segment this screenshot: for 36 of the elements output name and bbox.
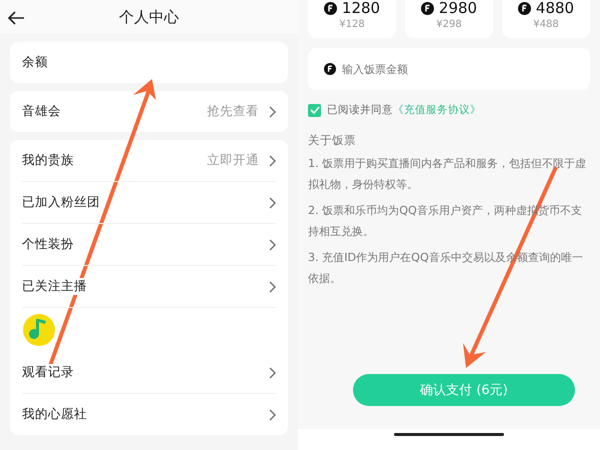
- music-note-logo-icon: [22, 313, 56, 347]
- amount-input-field[interactable]: 输入饭票金额: [308, 48, 590, 90]
- price-label: ¥298: [436, 19, 462, 30]
- coin-icon: [324, 2, 337, 15]
- checkbox[interactable]: [308, 104, 321, 116]
- price-label: ¥128: [339, 19, 365, 30]
- coin-icon: [324, 63, 336, 75]
- menu-item[interactable]: 我的心愿社: [22, 394, 276, 435]
- menu-item[interactable]: 已关注主播: [22, 266, 276, 308]
- menu-item[interactable]: 我的贵族 立即开通: [22, 140, 276, 182]
- chevron-right-icon: [269, 154, 276, 166]
- menu-item[interactable]: 个性装扮: [22, 224, 276, 266]
- price-label: ¥488: [533, 19, 559, 30]
- coin-amount: 1280: [342, 0, 380, 17]
- coin-amount: 4880: [536, 0, 574, 17]
- chevron-right-icon: [269, 280, 276, 292]
- section-title: 关于饭票: [308, 133, 357, 148]
- package-option[interactable]: 1280 ¥128: [308, 0, 396, 38]
- menu-item[interactable]: 音雄会 抢先查看: [22, 91, 276, 132]
- package-option[interactable]: 2980 ¥298: [405, 0, 493, 38]
- menu-item[interactable]: 已加入粉丝团: [22, 182, 276, 224]
- coin-icon: [518, 2, 531, 15]
- chevron-right-icon: [269, 196, 276, 208]
- coin-amount: 2980: [438, 0, 478, 17]
- menu-item[interactable]: 观看记录: [22, 352, 276, 394]
- back-arrow-icon[interactable]: [7, 11, 25, 25]
- info-paragraph: 1. 饭票用于购买直播间内各产品和服务，包括但不限于虚拟礼物，身份特权等。: [308, 156, 588, 193]
- chevron-right-icon: [269, 366, 276, 378]
- page-title: 个人中心: [119, 8, 179, 26]
- chevron-right-icon: [269, 106, 276, 118]
- package-option[interactable]: 4880 ¥488: [502, 0, 590, 38]
- chevron-right-icon: [269, 408, 276, 420]
- menu-item[interactable]: 余额: [22, 42, 276, 83]
- coin-icon: [420, 2, 434, 15]
- chevron-right-icon: [269, 238, 276, 250]
- agreement-text: 已阅读并同意: [327, 103, 393, 117]
